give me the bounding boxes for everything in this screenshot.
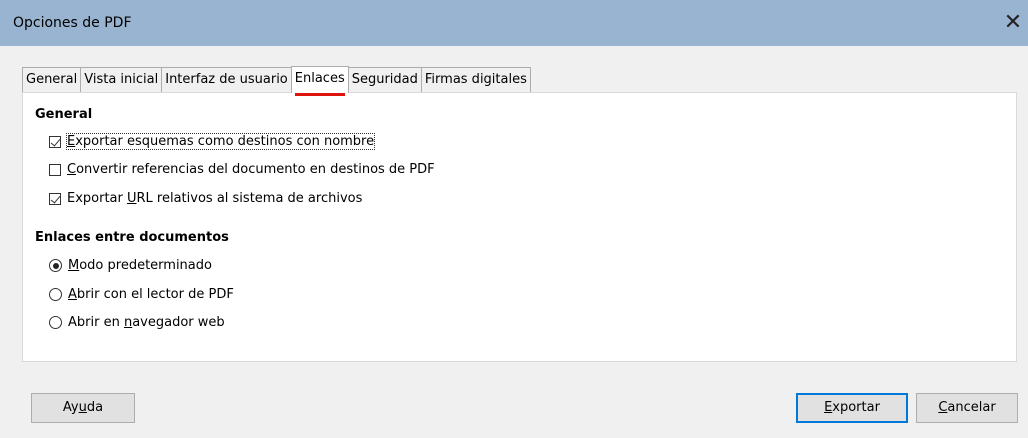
convert-references-checkbox[interactable]: Convertir referencias del documento en d… xyxy=(49,162,435,177)
close-icon[interactable]: ✕ xyxy=(998,8,1028,38)
export-outlines-label: Exportar esquemas como destinos con nomb… xyxy=(65,133,376,150)
active-tab-indicator xyxy=(294,93,345,96)
help-button[interactable]: Ayuda xyxy=(31,393,135,423)
export-relative-urls-checkbox[interactable]: Exportar URL relativos al sistema de arc… xyxy=(49,191,362,206)
checkbox-checked-icon[interactable] xyxy=(49,192,61,205)
open-web-browser-label: Abrir en navegador web xyxy=(68,315,225,330)
tab-initial-view[interactable]: Vista inicial xyxy=(80,67,163,92)
export-button[interactable]: Exportar xyxy=(796,393,908,423)
default-mode-label: Modo predeterminado xyxy=(68,258,212,273)
cancel-button-label: Cancelar xyxy=(938,400,996,415)
export-outlines-checkbox[interactable]: Exportar esquemas como destinos con nomb… xyxy=(49,133,376,150)
tab-user-interface[interactable]: Interfaz de usuario xyxy=(161,67,292,92)
title-bar: Opciones de PDF ✕ xyxy=(0,0,1028,46)
radio-selected-icon[interactable] xyxy=(49,259,62,272)
tab-bar: General Vista inicial Interfaz de usuari… xyxy=(22,66,531,96)
radio-unselected-icon[interactable] xyxy=(49,316,62,329)
checkbox-unchecked-icon[interactable] xyxy=(49,163,61,176)
tab-content-panel: General Exportar esquemas como destinos … xyxy=(22,92,1017,362)
links-section-title: Enlaces entre documentos xyxy=(35,230,229,245)
export-button-label: Exportar xyxy=(824,400,880,415)
default-mode-radio[interactable]: Modo predeterminado xyxy=(49,258,212,273)
tab-security[interactable]: Seguridad xyxy=(347,67,422,92)
checkbox-checked-icon[interactable] xyxy=(49,135,61,148)
open-pdf-reader-radio[interactable]: Abrir con el lector de PDF xyxy=(49,287,234,302)
cancel-button[interactable]: Cancelar xyxy=(916,393,1018,423)
radio-unselected-icon[interactable] xyxy=(49,288,62,301)
tab-digital-signatures[interactable]: Firmas digitales xyxy=(420,67,531,92)
pdf-options-dialog: Opciones de PDF ✕ General Vista inicial … xyxy=(0,0,1028,438)
open-pdf-reader-label: Abrir con el lector de PDF xyxy=(68,287,234,302)
general-section-title: General xyxy=(35,107,93,122)
help-button-label: Ayuda xyxy=(62,400,104,415)
convert-references-label: Convertir referencias del documento en d… xyxy=(67,162,435,177)
open-web-browser-radio[interactable]: Abrir en navegador web xyxy=(49,315,225,330)
tab-general[interactable]: General xyxy=(22,67,82,92)
tab-links[interactable]: Enlaces xyxy=(290,66,349,96)
tab-links-label: Enlaces xyxy=(294,71,345,86)
dialog-title: Opciones de PDF xyxy=(13,15,132,31)
export-relative-urls-label: Exportar URL relativos al sistema de arc… xyxy=(67,191,363,206)
